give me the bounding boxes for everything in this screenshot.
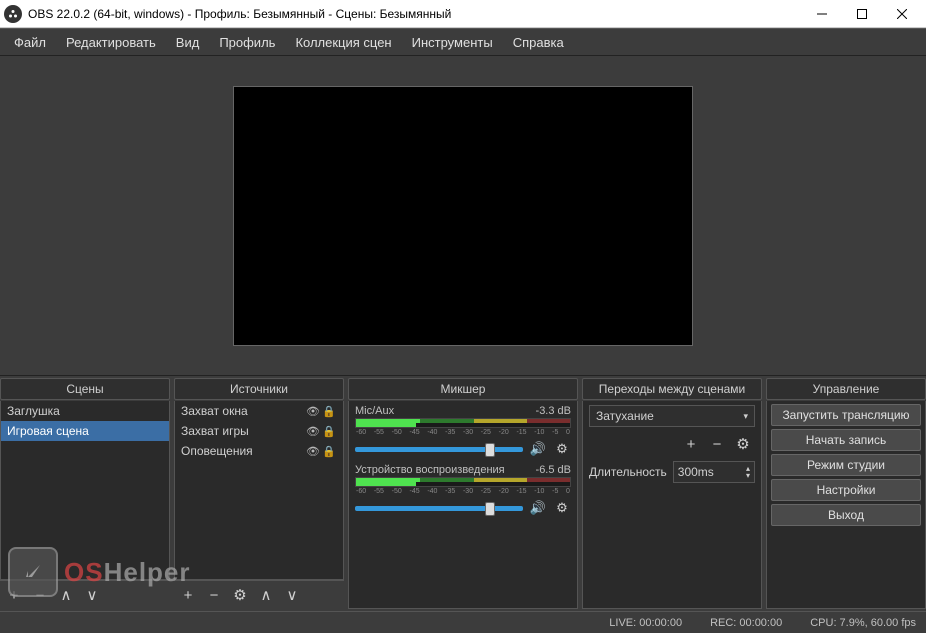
window-title: OBS 22.0.2 (64-bit, windows) - Профиль: … bbox=[28, 7, 802, 21]
vu-meter: -60-55-50-45-40-35-30-25-20-15-10-50 bbox=[355, 418, 571, 428]
add-scene-button[interactable]: + bbox=[2, 584, 26, 606]
lock-icon[interactable]: 🔒 bbox=[321, 405, 337, 418]
transitions-body: Затухание ▾ + − ⚙ Длительность 300ms ▴▾ bbox=[582, 401, 762, 609]
scene-item[interactable]: Заглушка bbox=[1, 401, 169, 421]
menubar: Файл Редактировать Вид Профиль Коллекция… bbox=[0, 28, 926, 56]
remove-scene-button[interactable]: − bbox=[28, 584, 52, 606]
status-live: LIVE: 00:00:00 bbox=[609, 617, 682, 629]
channel-db: -3.3 dB bbox=[536, 405, 571, 417]
remove-transition-button[interactable]: − bbox=[705, 433, 729, 455]
eye-icon[interactable]: 👁 bbox=[305, 425, 321, 438]
preview-area bbox=[0, 56, 926, 376]
mixer-body: Mic/Aux-3.3 dB-60-55-50-45-40-35-30-25-2… bbox=[348, 401, 578, 609]
source-settings-button[interactable]: ⚙ bbox=[228, 584, 252, 606]
source-name: Оповещения bbox=[181, 444, 305, 458]
panels-row: Сцены ЗаглушкаИгровая сцена + − ∧ ∨ Исто… bbox=[0, 376, 926, 611]
status-cpu: CPU: 7.9%, 60.00 fps bbox=[810, 617, 916, 629]
vu-meter: -60-55-50-45-40-35-30-25-20-15-10-50 bbox=[355, 477, 571, 487]
lock-icon[interactable]: 🔒 bbox=[321, 445, 337, 458]
sources-toolbar: + − ⚙ ∧ ∨ bbox=[174, 580, 344, 609]
transition-select[interactable]: Затухание ▾ bbox=[589, 405, 755, 427]
sources-header: Источники bbox=[174, 378, 344, 400]
exit-button[interactable]: Выход bbox=[771, 504, 921, 526]
transitions-header: Переходы между сценами bbox=[582, 378, 762, 400]
studio-mode-button[interactable]: Режим студии bbox=[771, 454, 921, 476]
gear-icon[interactable]: ⚙ bbox=[553, 499, 571, 517]
transitions-panel: Переходы между сценами Затухание ▾ + − ⚙… bbox=[582, 378, 762, 609]
transition-settings-button[interactable]: ⚙ bbox=[731, 433, 755, 455]
chevron-down-icon: ▾ bbox=[743, 411, 748, 422]
start-record-button[interactable]: Начать запись bbox=[771, 429, 921, 451]
scene-item[interactable]: Игровая сцена bbox=[1, 421, 169, 441]
mixer-panel: Микшер Mic/Aux-3.3 dB-60-55-50-45-40-35-… bbox=[348, 378, 578, 609]
controls-panel: Управление Запустить трансляцию Начать з… bbox=[766, 378, 926, 609]
volume-slider[interactable] bbox=[355, 447, 523, 452]
preview-canvas[interactable] bbox=[233, 86, 693, 346]
scenes-body: ЗаглушкаИгровая сцена bbox=[0, 401, 170, 580]
source-down-button[interactable]: ∨ bbox=[280, 584, 304, 606]
statusbar: LIVE: 00:00:00 REC: 00:00:00 CPU: 7.9%, … bbox=[0, 611, 926, 633]
close-button[interactable] bbox=[882, 0, 922, 27]
menu-profile[interactable]: Профиль bbox=[209, 31, 285, 54]
source-name: Захват игры bbox=[181, 424, 305, 438]
eye-icon[interactable]: 👁 bbox=[305, 445, 321, 458]
menu-view[interactable]: Вид bbox=[166, 31, 210, 54]
mixer-channel: Mic/Aux -3.3 dB-60-55-50-45-40-35-30-25-2… bbox=[349, 401, 577, 460]
lock-icon[interactable]: 🔒 bbox=[321, 425, 337, 438]
eye-icon[interactable]: 👁 bbox=[305, 405, 321, 418]
speaker-icon[interactable]: 🔊 bbox=[529, 499, 547, 517]
scenes-toolbar: + − ∧ ∨ bbox=[0, 580, 170, 609]
menu-scene-collection[interactable]: Коллекция сцен bbox=[285, 31, 401, 54]
sources-body: Захват окна👁🔒Захват игры👁🔒Оповещения👁🔒 bbox=[174, 401, 344, 580]
source-name: Захват окна bbox=[181, 404, 305, 418]
source-item[interactable]: Захват окна👁🔒 bbox=[175, 401, 343, 421]
menu-tools[interactable]: Инструменты bbox=[402, 31, 503, 54]
channel-name: Mic/Aux bbox=[355, 405, 394, 417]
scene-up-button[interactable]: ∧ bbox=[54, 584, 78, 606]
settings-button[interactable]: Настройки bbox=[771, 479, 921, 501]
scenes-header: Сцены bbox=[0, 378, 170, 400]
add-source-button[interactable]: + bbox=[176, 584, 200, 606]
spinner-arrows-icon: ▴▾ bbox=[746, 465, 750, 479]
channel-db: -6.5 dB bbox=[536, 464, 571, 476]
source-item[interactable]: Захват игры👁🔒 bbox=[175, 421, 343, 441]
controls-header: Управление bbox=[766, 378, 926, 400]
scene-down-button[interactable]: ∨ bbox=[80, 584, 104, 606]
controls-body: Запустить трансляцию Начать запись Режим… bbox=[766, 401, 926, 609]
scenes-panel: Сцены ЗаглушкаИгровая сцена + − ∧ ∨ bbox=[0, 378, 170, 609]
add-transition-button[interactable]: + bbox=[679, 433, 703, 455]
remove-source-button[interactable]: − bbox=[202, 584, 226, 606]
maximize-button[interactable] bbox=[842, 0, 882, 27]
minimize-button[interactable] bbox=[802, 0, 842, 27]
window-titlebar: OBS 22.0.2 (64-bit, windows) - Профиль: … bbox=[0, 0, 926, 28]
duration-value: 300ms bbox=[678, 465, 714, 479]
sources-panel: Источники Захват окна👁🔒Захват игры👁🔒Опов… bbox=[174, 378, 344, 609]
mixer-header: Микшер bbox=[348, 378, 578, 400]
channel-name: Устройство воспроизведения bbox=[355, 464, 505, 476]
gear-icon[interactable]: ⚙ bbox=[553, 440, 571, 458]
source-up-button[interactable]: ∧ bbox=[254, 584, 278, 606]
speaker-icon[interactable]: 🔊 bbox=[529, 440, 547, 458]
start-stream-button[interactable]: Запустить трансляцию bbox=[771, 404, 921, 426]
menu-help[interactable]: Справка bbox=[503, 31, 574, 54]
source-item[interactable]: Оповещения👁🔒 bbox=[175, 441, 343, 461]
mixer-channel: Устройство воспроизведения -6.5 dB-60-55-… bbox=[349, 460, 577, 519]
volume-slider[interactable] bbox=[355, 506, 523, 511]
menu-edit[interactable]: Редактировать bbox=[56, 31, 166, 54]
duration-spinner[interactable]: 300ms ▴▾ bbox=[673, 461, 755, 483]
duration-label: Длительность bbox=[589, 465, 667, 479]
status-rec: REC: 00:00:00 bbox=[710, 617, 782, 629]
app-icon bbox=[4, 5, 22, 23]
menu-file[interactable]: Файл bbox=[4, 31, 56, 54]
transition-selected: Затухание bbox=[596, 409, 654, 423]
